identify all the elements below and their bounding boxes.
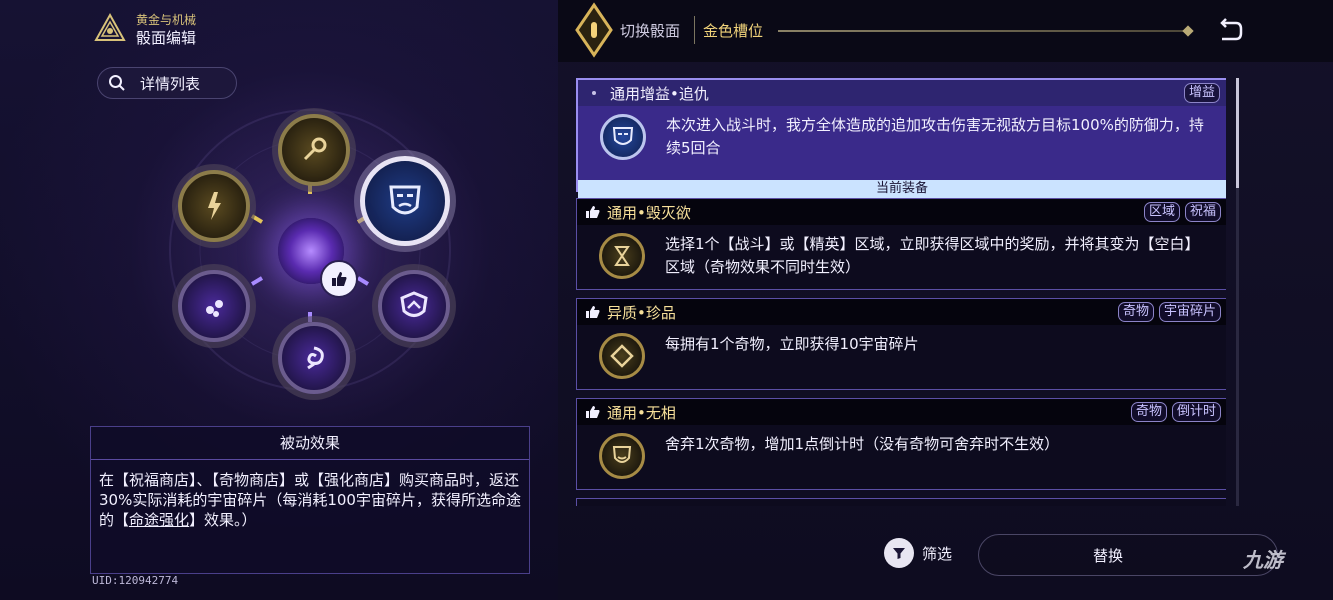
card-description: 舍弃1次奇物，增加1点倒计时（没有奇物可舍弃时不生效） [665, 435, 1060, 453]
hourglass-icon [614, 246, 630, 266]
dice-face-top[interactable] [278, 114, 350, 186]
card-tags: 奇物 倒计时 [1130, 402, 1221, 422]
card-header: 通用增益•追仇 增益 [578, 80, 1226, 106]
card-tag: 增益 [1183, 83, 1220, 103]
card-icon [599, 433, 645, 479]
top-bar: 切换骰面 金色槽位 [558, 0, 1333, 62]
card-body: 舍弃1次奇物，增加1点倒计时（没有奇物可舍弃时不生效） [577, 425, 1226, 485]
card-description: 本次进入战斗时，我方全体造成的追加攻击伤害无视敌方目标100%的防御力，持续5回… [666, 116, 1204, 157]
gold-slot-gem-icon [575, 2, 613, 58]
dice-face-upper-left[interactable] [178, 170, 250, 242]
gold-gear-logo-icon [94, 12, 126, 41]
dice-panel: 黄金与机械 骰面编辑 详情列表 被动效果 在【祝福商店】、【奇物商店】或【强化商… [0, 0, 558, 600]
watermark-logo: 九游 [1243, 548, 1283, 572]
replace-button[interactable]: 替换 [978, 534, 1278, 576]
face-card[interactable]: 通用•毁灭欲 区域 祝福 选择1个【战斗】或【精英】区域，立即获得区域中的奖励，… [576, 198, 1226, 290]
card-tags: 区域 祝福 [1143, 202, 1221, 222]
dice-face-lower-left[interactable] [178, 270, 250, 342]
card-body: 选择1个【战斗】或【精英】区域，立即获得区域中的奖励，并将其变为【空白】区域（奇… [577, 225, 1226, 285]
face-list-panel: 切换骰面 金色槽位 通用增益•追仇 增益 本次进入战斗时，我方全体造成的追加攻击… [558, 0, 1333, 600]
thumb-up-badge [320, 260, 358, 298]
user-id: UID:120942774 [92, 574, 179, 587]
divider [694, 16, 695, 44]
dice-face-wheel [160, 100, 460, 400]
detail-list-label: 详情列表 [140, 74, 201, 93]
face-card[interactable]: 通用增益•追仇 增益 本次进入战斗时，我方全体造成的追加攻击伤害无视敌方目标10… [576, 78, 1226, 198]
card-description: 每拥有1个奇物，立即获得10宇宙碎片 [665, 335, 919, 353]
filter-label: 筛选 [922, 544, 953, 563]
filter-button[interactable]: 筛选 [884, 538, 952, 568]
lightning-icon [208, 192, 221, 220]
card-header: 异质•珍品 奇物 宇宙碎片 [577, 299, 1226, 325]
card-tag: 奇物 [1130, 402, 1167, 422]
card-body: 本次进入战斗时，我方全体造成的追加攻击伤害无视敌方目标100%的防御力，持续5回… [578, 106, 1226, 180]
card-tag: 奇物 [1117, 302, 1154, 322]
card-tags: 增益 [1183, 83, 1220, 103]
card-title: 异质•珍品 [607, 303, 676, 322]
card-tag: 倒计时 [1171, 402, 1221, 422]
path-enhance-link[interactable]: 命途强化 [129, 511, 189, 529]
scrollbar-thumb[interactable] [1236, 78, 1239, 188]
card-tags: 奇物 宇宙碎片 [1117, 302, 1221, 322]
list-scrollbar[interactable] [1236, 78, 1239, 506]
card-body: 每拥有1个奇物，立即获得10宇宙碎片 [577, 325, 1226, 385]
thumb-up-icon [586, 306, 600, 318]
detail-list-button[interactable]: 详情列表 [97, 67, 237, 99]
diamond-icon [610, 344, 634, 368]
face-card[interactable] [576, 498, 1226, 506]
mask-icon [389, 185, 421, 215]
replace-label: 替换 [1092, 546, 1123, 565]
search-icon [109, 75, 125, 91]
bottom-bar: 筛选 替换 九游 [558, 518, 1333, 600]
card-title: 通用•无相 [607, 403, 676, 422]
mask-icon [612, 127, 634, 145]
face-card-list[interactable]: 通用增益•追仇 增益 本次进入战斗时，我方全体造成的追加攻击伤害无视敌方目标10… [576, 78, 1226, 506]
swirl-icon [307, 346, 324, 370]
card-title: 通用增益•追仇 [610, 84, 709, 103]
cluster-icon [206, 300, 223, 317]
dice-face-bottom[interactable] [278, 322, 350, 394]
decor-diamond [1182, 25, 1194, 37]
slot-label: 金色槽位 [703, 22, 764, 40]
mask-icon [612, 446, 632, 463]
passive-text-after: 】效果。） [189, 511, 257, 529]
thumb-up-icon [332, 272, 347, 286]
passive-effect-text: 在【祝福商店】、【奇物商店】或【强化商店】购买商品时，返还30%实际消耗的宇宙碎… [91, 460, 529, 530]
switch-face-button[interactable]: 切换骰面 [620, 20, 680, 41]
equipped-indicator: 当前装备 [578, 180, 1226, 198]
page-title: 骰面编辑 [136, 29, 197, 47]
card-icon [599, 233, 645, 279]
decor-line [778, 30, 1186, 32]
card-tag: 宇宙碎片 [1158, 302, 1221, 322]
card-icon [599, 333, 645, 379]
back-icon[interactable] [1212, 15, 1244, 47]
dice-face-lower-right[interactable] [378, 270, 450, 342]
filter-icon [884, 538, 914, 568]
shield-icon [400, 291, 428, 317]
thumb-up-icon [586, 406, 600, 418]
key-icon [303, 137, 327, 161]
card-header: 通用•无相 奇物 倒计时 [577, 399, 1226, 425]
card-icon [600, 114, 646, 160]
card-title: 通用•毁灭欲 [607, 203, 691, 222]
card-tag: 区域 [1143, 202, 1180, 222]
brand-header: 黄金与机械 骰面编辑 [94, 12, 196, 48]
face-card[interactable]: 通用•无相 奇物 倒计时 舍弃1次奇物，增加1点倒计时（没有奇物可舍弃时不生效） [576, 398, 1226, 490]
brand-subtitle: 黄金与机械 [136, 13, 197, 27]
passive-effect-title: 被动效果 [91, 427, 529, 460]
card-header: 通用•毁灭欲 区域 祝福 [577, 199, 1226, 225]
passive-effect-panel: 被动效果 在【祝福商店】、【奇物商店】或【强化商店】购买商品时，返还30%实际消… [90, 426, 530, 574]
face-card[interactable]: 异质•珍品 奇物 宇宙碎片 每拥有1个奇物，立即获得10宇宙碎片 [576, 298, 1226, 390]
card-description: 选择1个【战斗】或【精英】区域，立即获得区域中的奖励，并将其变为【空白】区域（奇… [665, 235, 1200, 276]
dice-face-upper-right-selected[interactable] [360, 156, 450, 246]
card-tag: 祝福 [1184, 202, 1221, 222]
bullet-dot [592, 91, 596, 95]
thumb-up-icon [586, 206, 600, 218]
